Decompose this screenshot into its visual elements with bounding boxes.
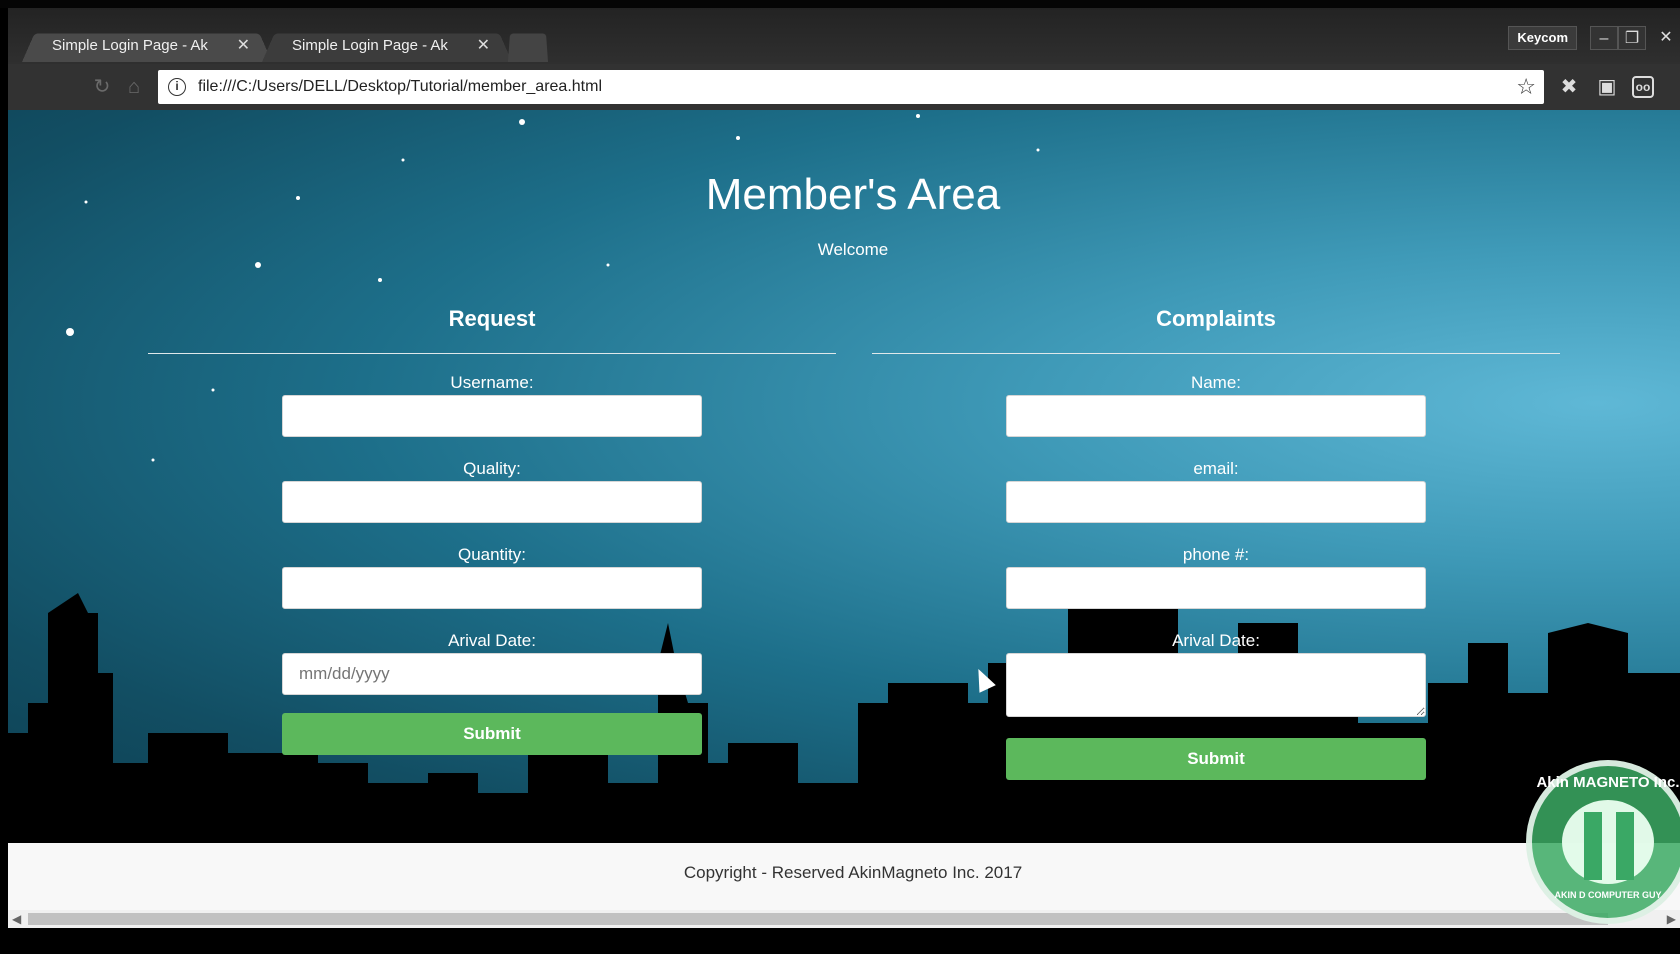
watermark-bar xyxy=(1616,812,1634,880)
screen-top-bar xyxy=(0,0,1680,8)
new-tab-button[interactable] xyxy=(508,30,548,62)
arrival-date-input[interactable] xyxy=(282,653,702,695)
page-subtitle: Welcome xyxy=(817,240,889,259)
camera-icon[interactable]: ▣ xyxy=(1594,74,1620,100)
quality-label: Quality: xyxy=(463,459,521,478)
arrival-date-label: Arival Date: xyxy=(448,631,536,650)
watermark-logo: Akin MAGNETO Inc. AKIN D COMPUTER GUY xyxy=(1526,760,1680,924)
url-text[interactable]: file:///C:/Users/DELL/Desktop/Tutorial/m… xyxy=(198,70,602,104)
page-title: Member's Area xyxy=(705,170,1001,219)
page-viewport: Member's Area Welcome Request Username: … xyxy=(8,110,1680,954)
divider xyxy=(148,353,836,354)
quality-input[interactable] xyxy=(282,481,702,523)
restore-icon[interactable]: ❐ xyxy=(1618,26,1646,50)
horizontal-scrollbar[interactable]: ◀ ▶ xyxy=(8,910,1680,928)
tab-title: Simple Login Page - Ak xyxy=(292,37,448,54)
home-icon[interactable]: ⌂ xyxy=(122,75,146,99)
username-label: Username: xyxy=(450,373,534,392)
divider xyxy=(872,353,1560,354)
info-icon[interactable]: i xyxy=(168,78,186,96)
request-heading: Request xyxy=(448,306,536,331)
watermark-center xyxy=(1562,800,1654,884)
quantity-label: Quantity: xyxy=(457,545,527,564)
watermark-top-text: Akin MAGNETO Inc. xyxy=(1536,774,1680,791)
footer: Copyright - Reserved AkinMagneto Inc. 20… xyxy=(8,843,1680,910)
watermark-bottom-text: AKIN D COMPUTER GUY xyxy=(1554,890,1662,900)
complaints-heading: Complaints xyxy=(1156,306,1276,331)
arrival-date-label: Arival Date: xyxy=(1172,631,1260,650)
hero-background: Member's Area Welcome Request Username: … xyxy=(8,110,1680,843)
browser-tab-2[interactable]: Simple Login Page - Ak ✕ xyxy=(262,30,512,62)
scroll-right-icon[interactable]: ▶ xyxy=(1667,910,1676,928)
copyright-text: Copyright - Reserved AkinMagneto Inc. 20… xyxy=(683,863,1023,882)
complaints-form: Complaints Name: email: phone #: Arival … xyxy=(872,295,1560,780)
email-label: email: xyxy=(1193,459,1239,478)
navigation-bar: ↻ ⌂ i file:///C:/Users/DELL/Desktop/Tuto… xyxy=(8,64,1680,110)
browser-chrome: Simple Login Page - Ak ✕ Simple Login Pa… xyxy=(8,8,1680,110)
scrollbar-thumb[interactable] xyxy=(28,913,1608,925)
window-user-label[interactable]: Keycom xyxy=(1508,26,1577,50)
close-icon[interactable]: ✕ xyxy=(237,30,250,62)
minimize-icon[interactable]: – xyxy=(1590,26,1618,50)
username-input[interactable] xyxy=(282,395,702,437)
star-icon[interactable]: ☆ xyxy=(1516,74,1536,100)
toolbar-icon[interactable]: oo xyxy=(1632,76,1654,98)
request-submit-button[interactable]: Submit xyxy=(282,713,702,755)
extension-icon[interactable]: ✖ xyxy=(1556,74,1582,100)
close-icon[interactable]: ✕ xyxy=(477,30,490,62)
city-skyline xyxy=(8,593,1680,843)
request-form: Request Username: Quality: Quantity: Ari… xyxy=(148,295,836,755)
watermark-bar xyxy=(1584,812,1602,880)
name-label: Name: xyxy=(1190,373,1242,392)
name-input[interactable] xyxy=(1006,395,1426,437)
email-input[interactable] xyxy=(1006,481,1426,523)
phone-label: phone #: xyxy=(1182,545,1250,564)
phone-input[interactable] xyxy=(1006,567,1426,609)
tab-strip: Simple Login Page - Ak ✕ Simple Login Pa… xyxy=(8,8,1680,64)
quantity-input[interactable] xyxy=(282,567,702,609)
complaints-submit-button[interactable]: Submit xyxy=(1006,738,1426,780)
reload-icon[interactable]: ↻ xyxy=(90,75,114,99)
window-close-icon[interactable]: ✕ xyxy=(1652,26,1680,50)
browser-tab-1[interactable]: Simple Login Page - Ak ✕ xyxy=(22,30,272,62)
address-bar[interactable]: i file:///C:/Users/DELL/Desktop/Tutorial… xyxy=(158,70,1544,104)
tab-title: Simple Login Page - Ak xyxy=(52,37,208,54)
screen-bottom-bar xyxy=(8,928,1680,954)
arrival-date-textarea[interactable] xyxy=(1006,653,1426,717)
scroll-left-icon[interactable]: ◀ xyxy=(12,910,21,928)
